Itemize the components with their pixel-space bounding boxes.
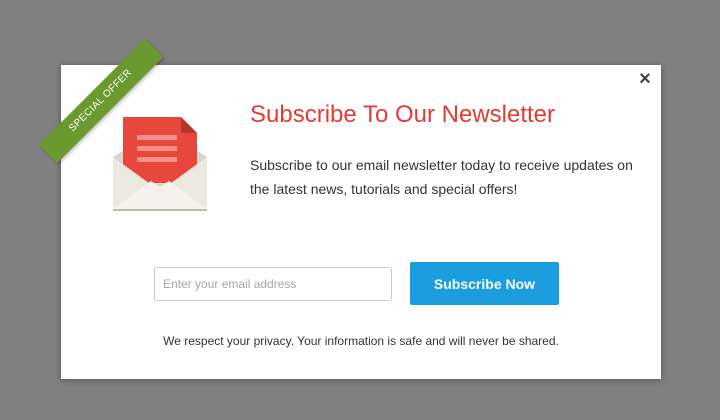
email-field[interactable] [154,267,392,301]
privacy-notice: We respect your privacy. Your informatio… [163,334,559,348]
subscribe-button[interactable]: Subscribe Now [410,262,559,305]
envelope-icon [113,117,207,211]
popup-description: Subscribe to our email newsletter today … [250,157,633,197]
newsletter-popup: × SPECIAL OFFER Subscribe To Our Newslet… [38,38,661,379]
popup-title: Subscribe To Our Newsletter [250,101,556,128]
close-icon[interactable]: × [637,69,653,89]
